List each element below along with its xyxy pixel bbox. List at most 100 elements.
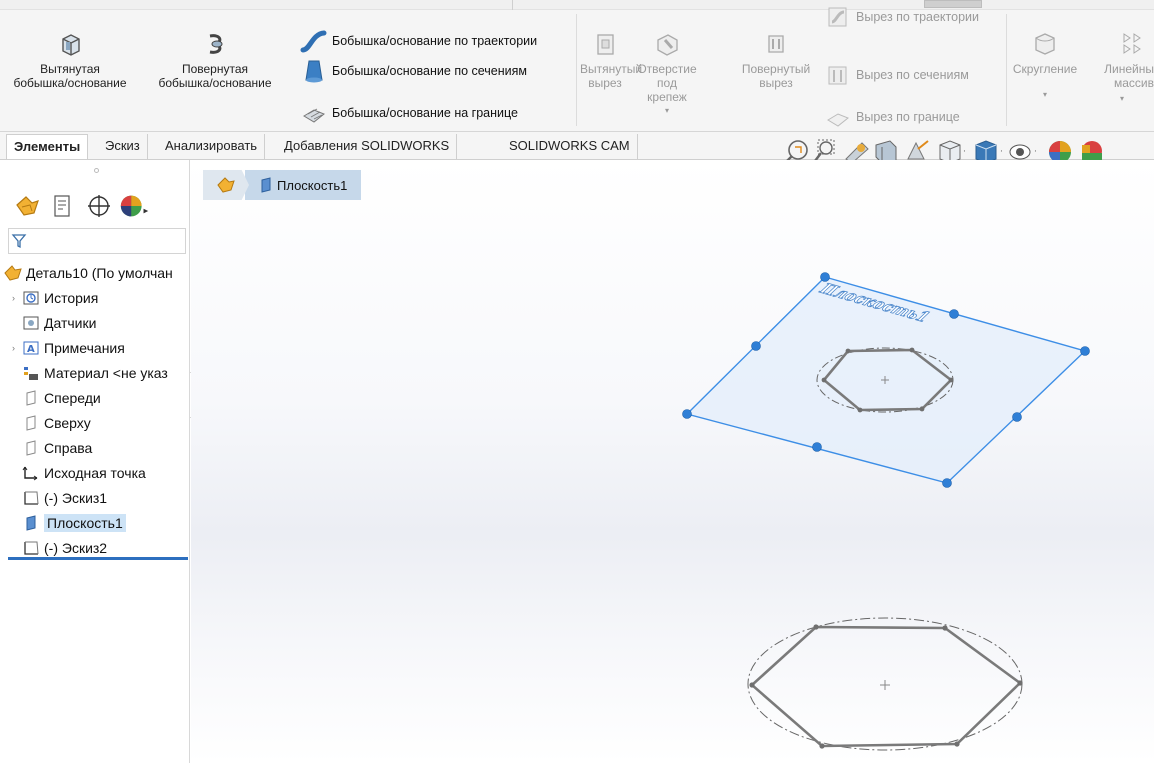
tree-item[interactable]: Материал <не указ bbox=[12, 362, 168, 384]
loft-boss-icon bbox=[305, 60, 323, 83]
tree-item-label: История bbox=[44, 290, 99, 306]
tree-item-label: Материал <не указ bbox=[44, 365, 168, 381]
loft-cut-icon bbox=[828, 66, 847, 85]
model-scene: Плоскость1 bbox=[682, 272, 1090, 751]
graphics-area[interactable]: Плоскость1 Плоскость1 bbox=[191, 160, 1154, 763]
part-icon bbox=[4, 265, 22, 281]
expand-arrow-icon[interactable]: › bbox=[12, 343, 22, 353]
configuration-manager-tab[interactable] bbox=[82, 190, 116, 222]
swept-boss-label: Бобышка/основание по траектории bbox=[332, 34, 538, 48]
title-divider bbox=[512, 0, 513, 10]
tree-item[interactable]: › A Примечания bbox=[12, 337, 125, 359]
svg-text:·: · bbox=[1000, 147, 1003, 157]
dynamic-annotation-icon[interactable] bbox=[907, 140, 929, 160]
tree-item[interactable]: Сверху bbox=[12, 412, 91, 434]
ribbon-separator bbox=[1006, 14, 1007, 126]
revolved-cut-label: Повернутый вырез bbox=[741, 62, 811, 90]
svg-text:A: A bbox=[27, 344, 35, 355]
origin-icon bbox=[22, 465, 40, 481]
tree-item[interactable]: Исходная точка bbox=[12, 462, 146, 484]
fillet-button[interactable]: Скругление ▾ bbox=[1008, 30, 1082, 102]
zoom-to-area-icon[interactable] bbox=[814, 139, 835, 162]
revolved-boss-button[interactable]: Повернутая бобышка/основание bbox=[150, 30, 280, 90]
svg-text:·: · bbox=[963, 147, 966, 157]
tree-item[interactable]: Деталь10 (По умолчан bbox=[4, 262, 173, 284]
plane-icon bbox=[22, 415, 40, 431]
tree-item-label: Сверху bbox=[44, 415, 91, 431]
annotations-icon: A bbox=[22, 340, 40, 356]
tree-item-label: Датчики bbox=[44, 315, 97, 331]
hide-show-items-icon[interactable]: · bbox=[1009, 144, 1037, 160]
tree-item-label: (-) Эскиз1 bbox=[44, 490, 108, 506]
hole-wizard-icon bbox=[657, 34, 678, 56]
appearance-manager-tab[interactable]: ▸ bbox=[118, 190, 152, 222]
panel-grip[interactable] bbox=[94, 168, 99, 173]
plane-icon bbox=[22, 390, 40, 406]
plane-solid-icon bbox=[22, 515, 40, 531]
swept-boss-icon bbox=[300, 30, 327, 53]
tree-item-label: Справа bbox=[44, 440, 93, 456]
tab-features[interactable]: Элементы bbox=[6, 134, 89, 159]
linear-pattern-icon bbox=[1123, 33, 1141, 54]
tab-addins[interactable]: Добавления SOLIDWORKS bbox=[277, 134, 458, 159]
feature-manager-tab[interactable] bbox=[10, 190, 44, 222]
tab-label: SOLIDWORKS CAM bbox=[509, 138, 630, 153]
boundary-cut-icon bbox=[827, 113, 849, 127]
tree-item[interactable]: Плоскость1 bbox=[12, 512, 126, 534]
ribbon-separator bbox=[576, 14, 577, 126]
property-manager-tab[interactable] bbox=[46, 190, 80, 222]
svg-text:▸: ▸ bbox=[144, 206, 149, 217]
boundary-boss-button[interactable]: Бобышка/основание на границе bbox=[300, 100, 518, 126]
boundary-boss-icon bbox=[303, 108, 325, 123]
extrude-cut-icon bbox=[597, 34, 614, 55]
tree-item[interactable]: Датчики bbox=[12, 312, 96, 334]
tree-item[interactable]: Спереди bbox=[12, 387, 101, 409]
expand-arrow-icon[interactable]: › bbox=[12, 293, 22, 303]
tab-evaluate[interactable]: Анализировать bbox=[158, 134, 266, 159]
lofted-cut-label: Вырез по сечениям bbox=[856, 68, 969, 82]
swept-cut-button[interactable]: Вырез по траектории bbox=[824, 4, 979, 30]
history-icon bbox=[22, 290, 40, 306]
material-icon bbox=[22, 365, 40, 381]
tree-item[interactable]: › История bbox=[12, 287, 98, 309]
fillet-label: Скругление bbox=[1012, 62, 1078, 76]
lofted-boss-label: Бобышка/основание по сечениям bbox=[332, 64, 528, 78]
tab-label: Эскиз bbox=[105, 138, 140, 153]
command-manager-ribbon: Вытянутая бобышка/основание Повернутая б… bbox=[0, 0, 1154, 132]
tree-filter-box[interactable] bbox=[8, 228, 186, 254]
manager-tabs: ▸ bbox=[10, 190, 152, 222]
svg-text:·: · bbox=[1034, 147, 1037, 157]
revolved-cut-button[interactable]: Повернутый вырез bbox=[732, 30, 820, 90]
swept-boss-button[interactable]: Бобышка/основание по траектории bbox=[300, 28, 537, 54]
lofted-boss-button[interactable]: Бобышка/основание по сечениям bbox=[300, 58, 527, 84]
tab-sketch[interactable]: Эскиз bbox=[98, 134, 148, 159]
filter-icon[interactable] bbox=[11, 233, 27, 249]
tree-item[interactable]: (-) Эскиз2 bbox=[12, 537, 107, 559]
boundary-cut-button[interactable]: Вырез по границе bbox=[824, 104, 960, 130]
display-manager-icon: ▸ bbox=[120, 195, 149, 217]
tab-label: Анализировать bbox=[165, 138, 258, 153]
tree-item[interactable]: (-) Эскиз1 bbox=[12, 487, 107, 509]
tab-cam[interactable]: SOLIDWORKS CAM bbox=[502, 134, 638, 159]
tree-item[interactable]: Справа bbox=[12, 437, 92, 459]
tree-item-label: Спереди bbox=[44, 390, 101, 406]
extruded-boss-button[interactable]: Вытянутая бобышка/основание bbox=[10, 30, 130, 90]
zoom-to-fit-icon[interactable] bbox=[785, 140, 808, 163]
hole-wizard-button[interactable]: Отверстие под крепеж ▾ bbox=[632, 30, 702, 118]
revolved-boss-label: Повернутая бобышка/основание bbox=[158, 62, 272, 90]
swept-cut-icon bbox=[828, 7, 847, 27]
linear-pattern-label: Линейны массив bbox=[1104, 62, 1154, 90]
feature-manager-panel: ▸ Деталь10 (По умолчан › История Датчики › A П… bbox=[0, 160, 190, 763]
hole-wizard-label: Отверстие под крепеж bbox=[637, 62, 697, 104]
fillet-icon bbox=[1035, 33, 1055, 55]
tree-item-label: Деталь10 (По умолчан bbox=[26, 265, 173, 281]
linear-pattern-button[interactable]: Линейны массив ▾ bbox=[1084, 30, 1154, 106]
extruded-cut-button[interactable]: Вытянутый вырез bbox=[580, 30, 642, 90]
extrude-boss-icon bbox=[62, 34, 80, 56]
plane-icon bbox=[22, 440, 40, 456]
property-manager-icon bbox=[54, 195, 70, 217]
sketch-icon bbox=[22, 490, 40, 506]
sensors-icon bbox=[22, 315, 40, 331]
lofted-cut-button[interactable]: Вырез по сечениям bbox=[824, 62, 969, 88]
sketch1-hexagon[interactable] bbox=[747, 617, 1023, 751]
